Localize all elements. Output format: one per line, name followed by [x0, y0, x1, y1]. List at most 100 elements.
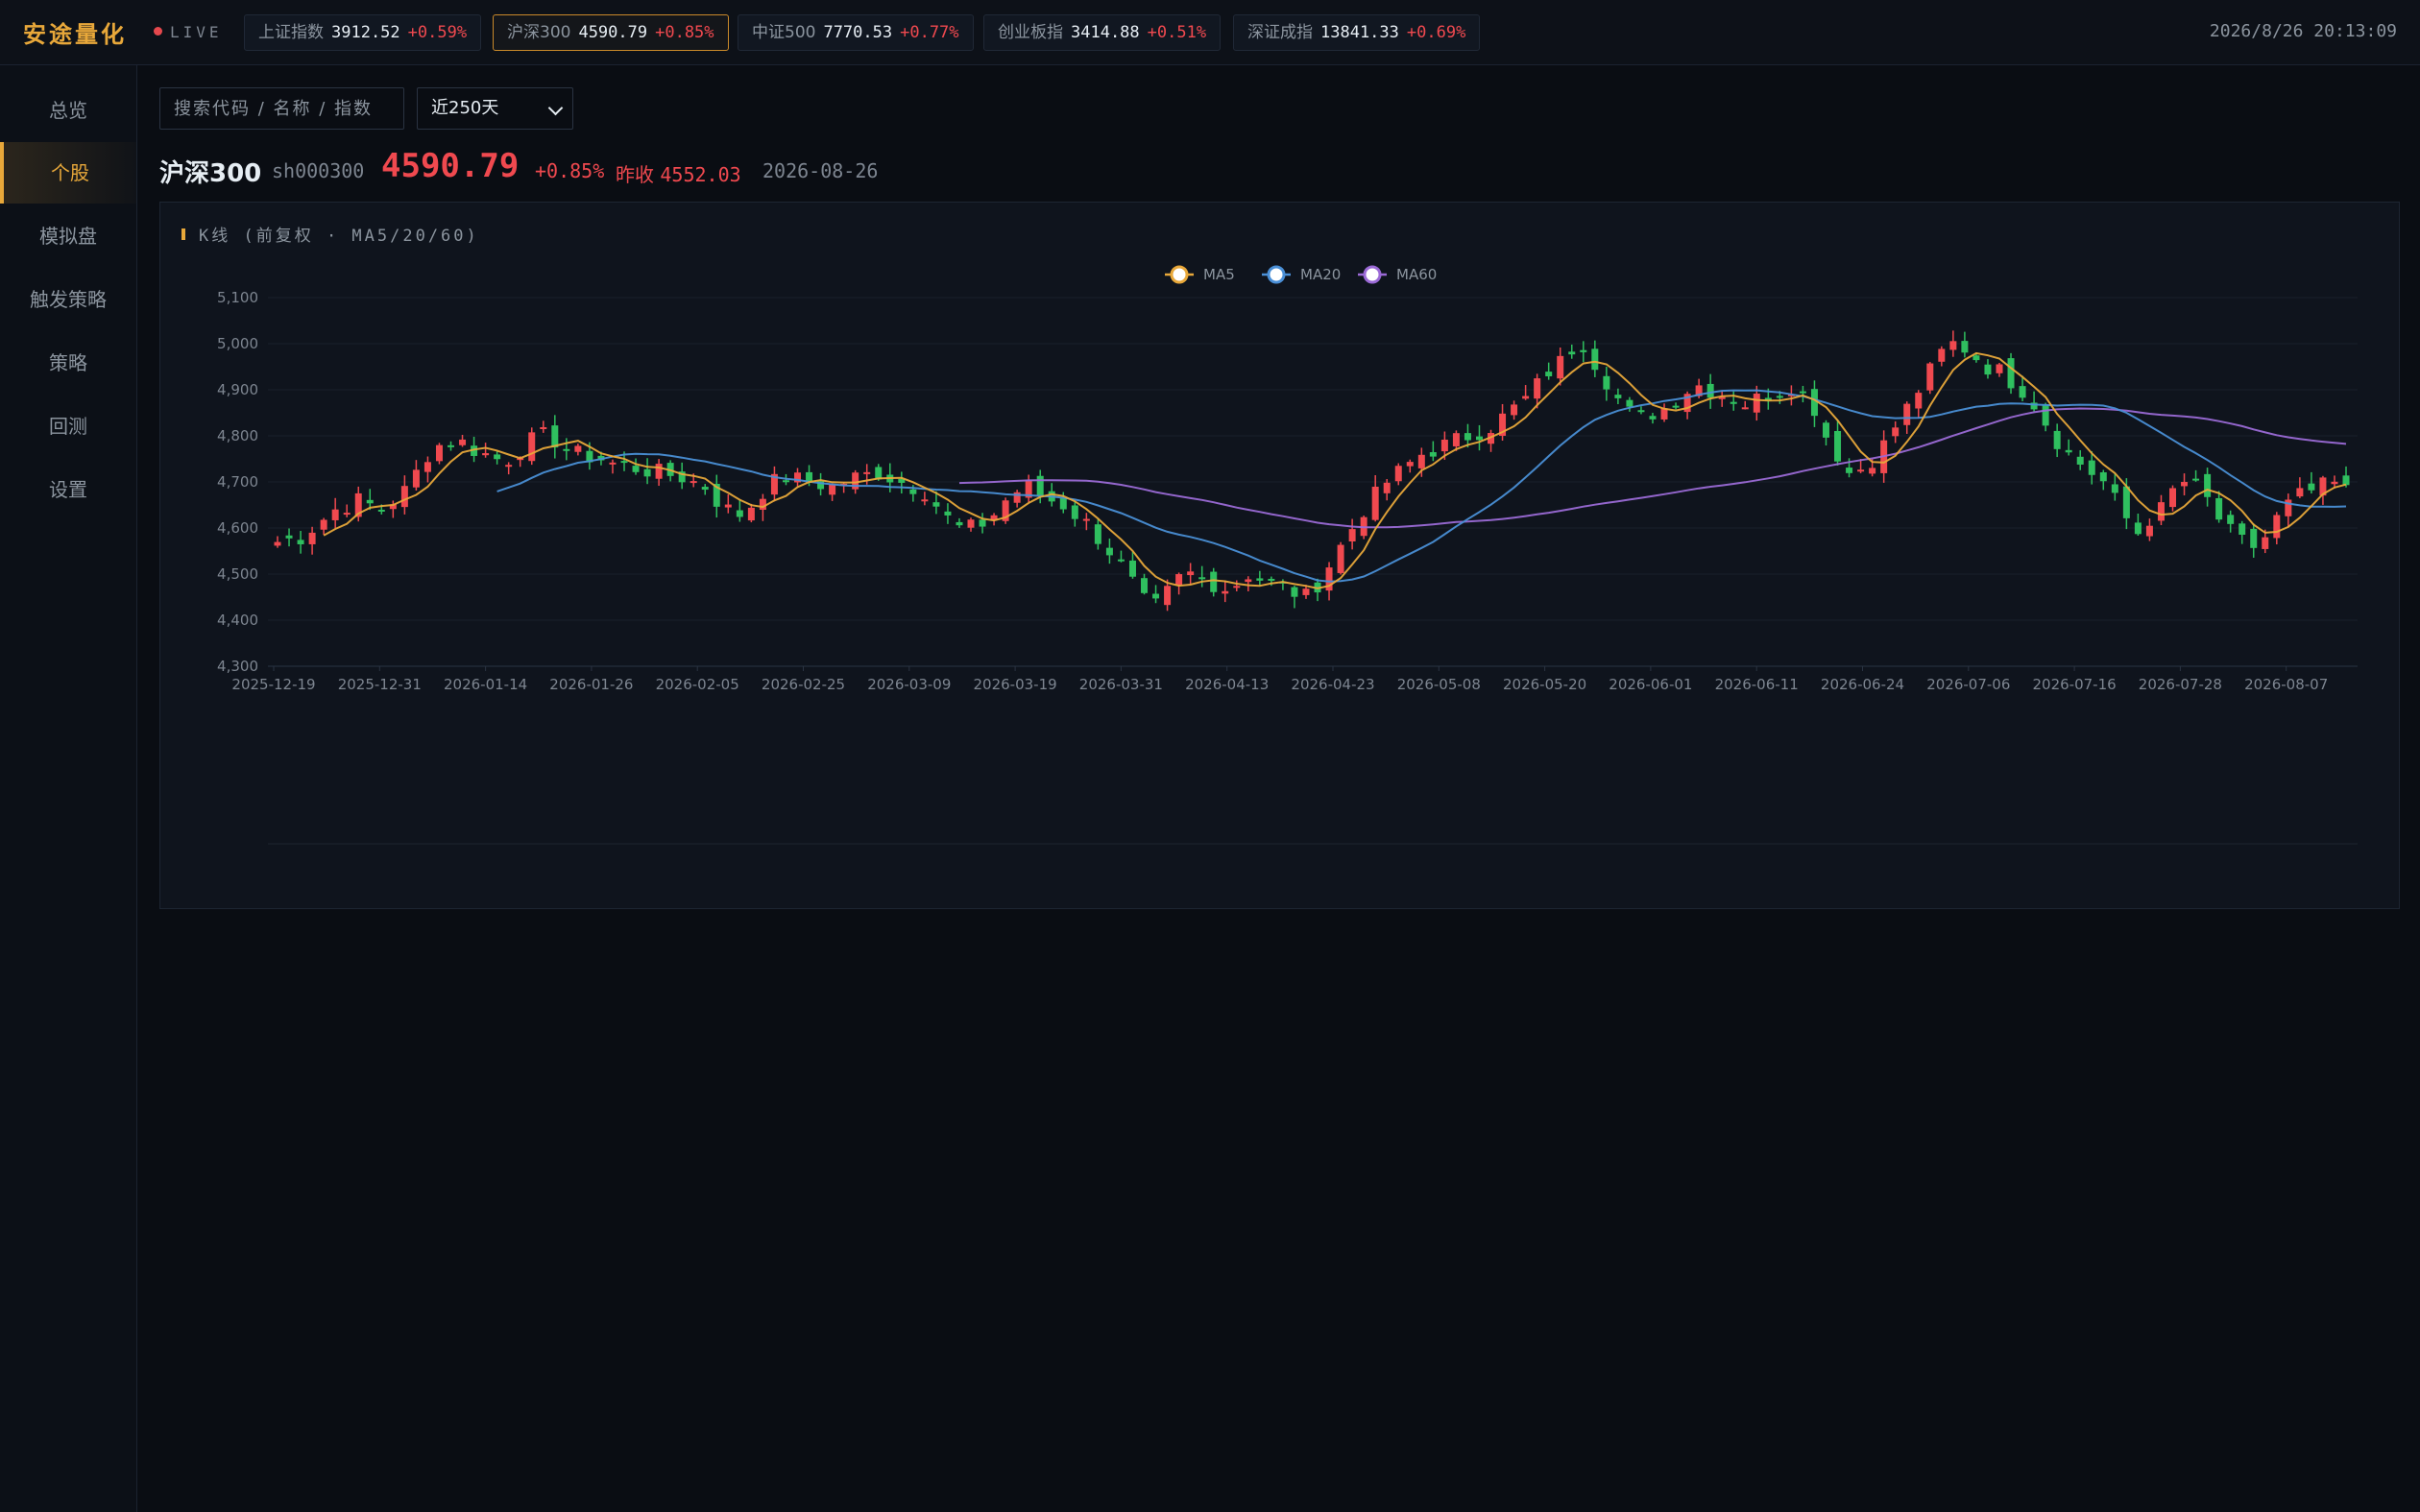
candle-body	[1128, 560, 1136, 577]
search-input[interactable]	[159, 87, 404, 130]
x-tick-label: 2026-03-31	[1079, 676, 1163, 693]
candle	[921, 492, 929, 506]
x-tick-label: 2026-04-13	[1185, 676, 1269, 693]
candle-body	[736, 510, 743, 517]
candle-body	[1915, 393, 1923, 409]
candle	[2076, 449, 2084, 470]
x-tick-label: 2025-12-19	[231, 676, 315, 693]
candle-body	[1417, 454, 1425, 468]
candle-body	[1302, 588, 1310, 595]
candle-body	[1614, 395, 1622, 398]
candle-body	[1094, 524, 1101, 544]
candle	[898, 471, 906, 494]
candle-body	[424, 462, 431, 472]
sidebar-item-stock[interactable]: 个股	[0, 142, 136, 204]
y-tick-label: 4,500	[217, 565, 258, 583]
candle-body	[2145, 525, 2153, 537]
ticker-change: +0.51%	[1147, 23, 1207, 42]
candle	[1741, 400, 1749, 410]
live-indicator: LIVE	[154, 23, 223, 41]
candle	[724, 493, 732, 514]
x-tick-label: 2026-04-23	[1291, 676, 1374, 693]
candle-body	[2157, 502, 2165, 521]
ticker-price: 3912.52	[331, 23, 400, 42]
candle	[1810, 380, 1818, 427]
ticker-item[interactable]: 中证500 7770.53 +0.77%	[738, 14, 974, 51]
candle-body	[724, 504, 732, 508]
ticker-item[interactable]: 创业板指 3414.88 +0.51%	[983, 14, 1222, 51]
candle	[1915, 390, 1923, 419]
candle-body	[1117, 559, 1125, 562]
candle	[1256, 570, 1264, 586]
kline-panel: K线 (前复权 · MA5/20/60) 4,300 4,400 4,500 4,60…	[159, 202, 2400, 909]
candle-body	[540, 426, 547, 430]
legend-label: MA5	[1203, 266, 1235, 283]
x-tick-label: 2026-02-25	[762, 676, 845, 693]
x-tick-label: 2026-07-16	[2033, 676, 2117, 693]
candle-body	[2215, 497, 2223, 520]
candle	[1314, 578, 1321, 602]
candle-body	[1869, 468, 1876, 474]
ticker-item[interactable]: 沪深300 4590.79 +0.85%	[493, 14, 729, 51]
candle-body	[2331, 481, 2338, 485]
legend-label: MA20	[1300, 266, 1341, 283]
ticker-item[interactable]: 深证成指 13841.33 +0.69%	[1233, 14, 1481, 51]
candle	[770, 466, 778, 502]
candle-body	[2065, 449, 2072, 453]
candle	[643, 458, 651, 485]
ticker-change: +0.85%	[655, 23, 714, 42]
candle-body	[274, 541, 281, 546]
sidebar-item-settings[interactable]: 设置	[0, 459, 136, 520]
candle-body	[1475, 436, 1483, 441]
candle	[956, 517, 963, 528]
candle-body	[1996, 364, 2003, 373]
y-tick-label: 4,600	[217, 519, 258, 537]
kline-chart[interactable]: 4,300 4,400 4,500 4,600 4,700 4,800 4,900 5,000…	[160, 203, 2399, 908]
candle	[2250, 523, 2258, 558]
quote-change: +0.85%	[535, 159, 605, 182]
ticker-name: 沪深300	[507, 23, 571, 42]
candle-body	[2342, 475, 2350, 486]
sidebar-item-strategy[interactable]: 策略	[0, 332, 136, 394]
candle	[2273, 512, 2281, 545]
sidebar-item-trigger-strategy[interactable]: 触发策略	[0, 269, 136, 330]
sidebar: 总览 个股 模拟盘 触发策略 策略 回测 设置	[0, 65, 137, 1512]
candle-body	[563, 448, 570, 451]
candle	[435, 443, 443, 465]
candle-body	[1222, 590, 1229, 594]
candle	[2215, 491, 2223, 523]
candle	[2111, 473, 2118, 501]
ticker-item[interactable]: 上证指数 3912.52 +0.59%	[244, 14, 482, 51]
candle	[1488, 429, 1495, 452]
candle	[528, 427, 536, 466]
x-tick-label: 2026-02-05	[656, 676, 739, 693]
y-tick-label: 4,800	[217, 427, 258, 444]
candle-body	[1452, 433, 1460, 446]
sidebar-item-backtest[interactable]: 回测	[0, 396, 136, 457]
candle-body	[2296, 488, 2304, 497]
candle-body	[1672, 405, 1680, 408]
range-select[interactable]: 近250天	[417, 87, 573, 130]
candle-body	[1522, 396, 1530, 399]
candle-body	[921, 499, 929, 502]
candle-body	[1082, 518, 1090, 521]
candle	[1834, 420, 1842, 466]
candle	[1568, 344, 1576, 359]
candle	[482, 443, 490, 458]
sidebar-item-paper-trading[interactable]: 模拟盘	[0, 205, 136, 267]
sidebar-item-overview[interactable]: 总览	[0, 80, 136, 141]
candle-body	[400, 486, 408, 508]
candle-body	[1464, 433, 1471, 441]
candle-body	[366, 499, 374, 504]
candle-body	[528, 432, 536, 462]
candle	[1406, 459, 1414, 473]
legend-marker-icon	[1170, 265, 1189, 284]
ticker-change: +0.69%	[1406, 23, 1466, 42]
x-tick-label: 2026-06-11	[1715, 676, 1799, 693]
candle	[343, 504, 351, 517]
candle-body	[909, 489, 917, 494]
candle-body	[285, 535, 293, 539]
ticker-price: 7770.53	[823, 23, 893, 42]
candle	[1949, 330, 1957, 357]
candle	[1094, 517, 1101, 550]
